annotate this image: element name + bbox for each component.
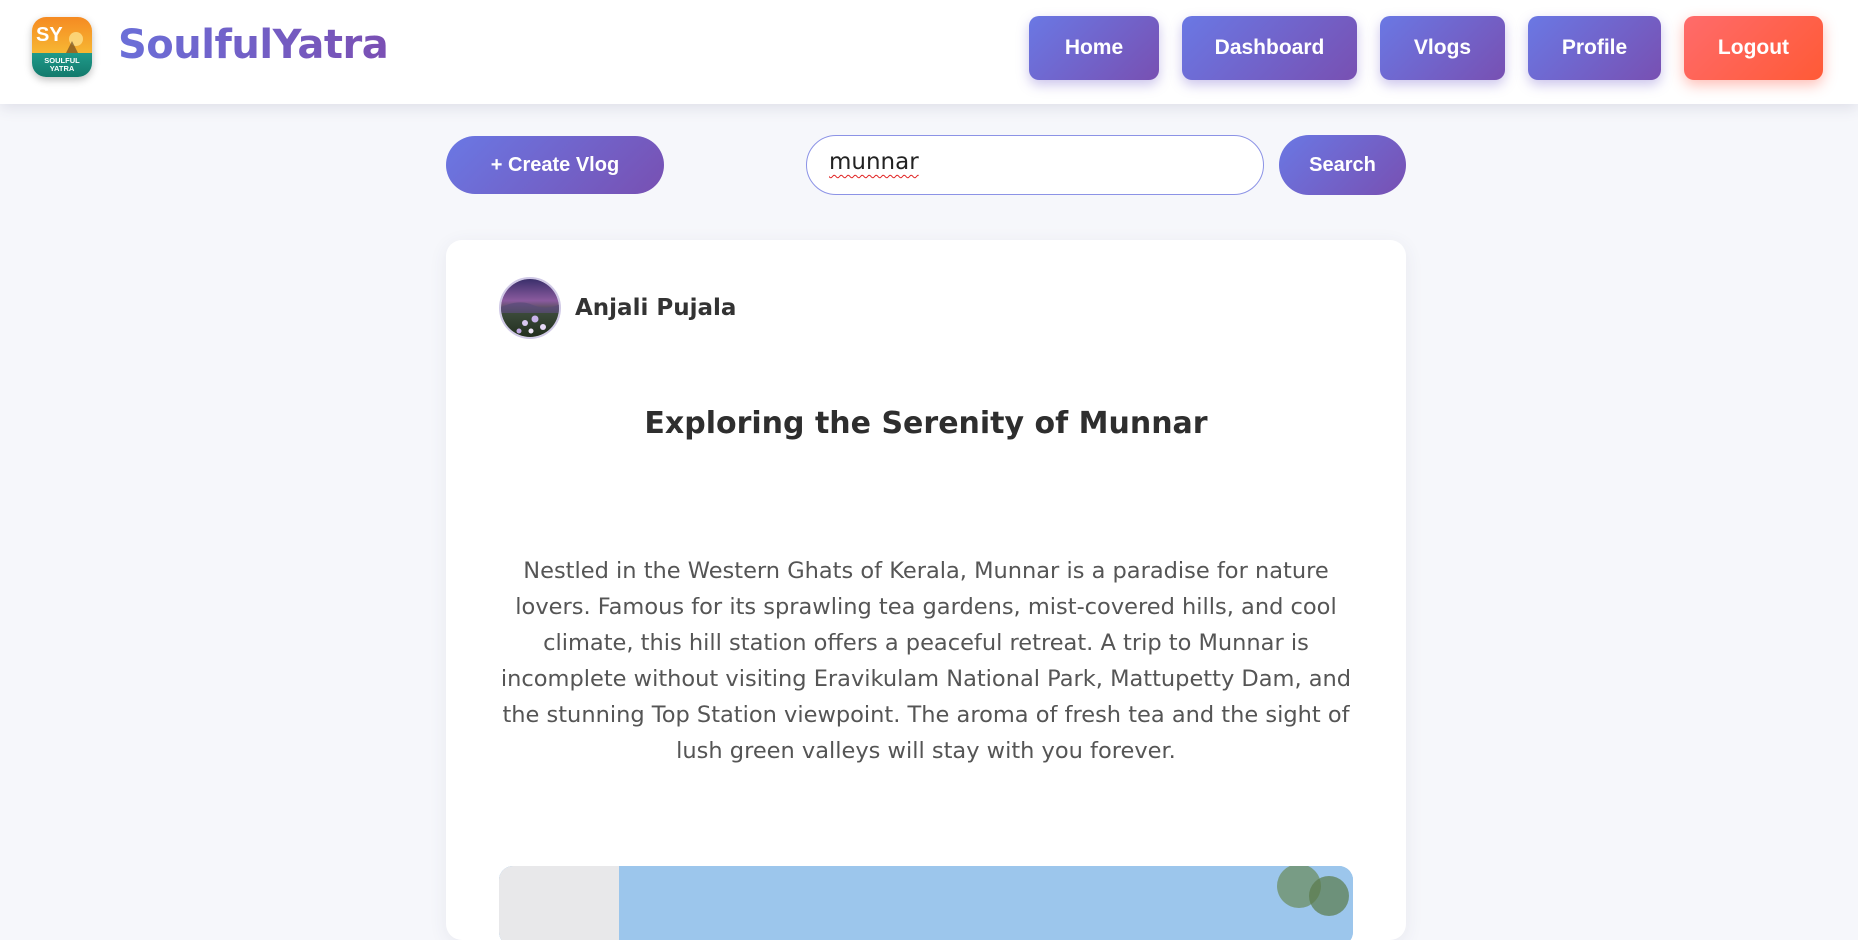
nav-dashboard-button[interactable]: Dashboard bbox=[1182, 16, 1357, 80]
search-input-value: munnar bbox=[829, 149, 919, 175]
vlog-title: Exploring the Serenity of Munnar bbox=[644, 406, 1208, 441]
logo-icon: SY SOULFUL YATRA bbox=[32, 17, 92, 77]
nav-vlogs-button[interactable]: Vlogs bbox=[1380, 16, 1505, 80]
svg-text:YATRA: YATRA bbox=[50, 64, 75, 73]
vlog-card: Anjali Pujala Exploring the Serenity of … bbox=[446, 240, 1406, 940]
search-button[interactable]: Search bbox=[1279, 135, 1406, 195]
vlog-description: Nestled in the Western Ghats of Kerala, … bbox=[500, 558, 1352, 764]
svg-text:SY: SY bbox=[36, 24, 63, 46]
brand-logo[interactable]: SY SOULFUL YATRA bbox=[32, 17, 92, 77]
create-vlog-button[interactable]: + Create Vlog bbox=[446, 136, 664, 194]
brand-name[interactable]: SoulfulYatra bbox=[118, 22, 389, 68]
logout-button[interactable]: Logout bbox=[1684, 16, 1823, 80]
author-avatar[interactable] bbox=[499, 277, 561, 339]
nav-home-button[interactable]: Home bbox=[1029, 16, 1159, 80]
vlog-cover-image bbox=[499, 866, 1353, 940]
vlog-image-graphic bbox=[499, 866, 1353, 940]
nav-profile-button[interactable]: Profile bbox=[1528, 16, 1661, 80]
top-navbar: SY SOULFUL YATRA SoulfulYatra Home Dashb… bbox=[0, 0, 1858, 104]
avatar-image bbox=[501, 279, 559, 337]
author-name[interactable]: Anjali Pujala bbox=[575, 295, 736, 321]
